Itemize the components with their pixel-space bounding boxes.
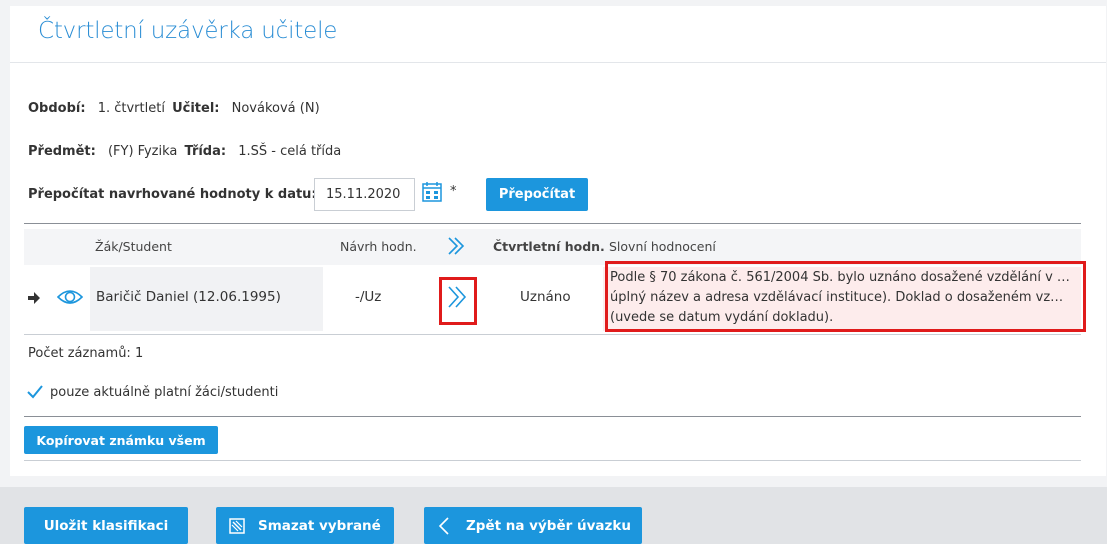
filter-rule [24,416,1081,417]
highlight-copy-grade [439,277,477,325]
eye-icon[interactable] [56,287,84,311]
back-label: Zpět na výběr úvazku [466,517,631,534]
table-top-rule [24,223,1081,224]
recalc-label: Přepočítat navrhované hodnoty k datu: [28,187,317,202]
delete-selected-button[interactable]: Smazat vybrané [216,507,394,544]
student-name: Baričič Daniel (12.06.1995) [96,289,281,305]
delete-selected-label: Smazat vybrané [258,517,381,534]
navrh-value: -/Uz [355,289,382,305]
header-ctvrtletni: Čtvrtletní hodn. [493,239,605,254]
ctvrtletni-value[interactable]: Uznáno [520,289,571,305]
required-mark: * [450,184,457,199]
save-button[interactable]: Uložit klasifikaci [24,507,188,544]
highlight-slovni [605,261,1086,332]
record-count: Počet záznamů: 1 [28,346,144,361]
copy-grade-all-button[interactable]: Kopírovat známku všem [24,426,218,454]
class-label: Třída: [184,144,227,159]
page-title: Čtvrtletní uzávěrka učitele [38,18,338,44]
recalc-label-row: Přepočítat navrhované hodnoty k datu: [28,187,317,202]
teacher-value: Nováková (N) [231,101,320,116]
chevron-left-icon [438,516,449,535]
back-button[interactable]: Zpět na výběr úvazku [424,507,642,544]
calendar-icon[interactable] [421,181,443,203]
filter-checkbox[interactable]: pouze aktuálně platní žáci/studenti [26,384,278,400]
subject-value: (FY) Fyzika [107,144,178,159]
header-slovni: Slovní hodnocení [609,239,716,254]
checkmark-icon [27,385,43,399]
eraser-icon [229,517,245,534]
subject-label: Předmět: [28,144,96,159]
teacher-label: Učitel: [172,101,220,116]
header-copy-all-icon[interactable] [446,236,466,260]
period-label: Období: [28,101,86,116]
subject-info: Předmět: (FY) Fyzika Třída: 1.SŠ - celá … [28,144,341,159]
row-arrow-icon [28,292,40,308]
bottom-rule [24,460,1081,461]
table-bottom-rule [24,334,1081,335]
recalculate-button[interactable]: Přepočítat [486,178,588,211]
class-value: 1.SŠ - celá třída [238,144,342,159]
header-navrh: Návrh hodn. [340,239,417,254]
header-student: Žák/Student [95,239,172,254]
date-input[interactable]: 15.11.2020 [314,178,415,211]
period-info: Období: 1. čtvrtletí Učitel: Nováková (N… [28,101,320,116]
period-value: 1. čtvrtletí [97,101,165,116]
filter-label: pouze aktuálně platní žáci/studenti [50,384,279,400]
title-divider [10,62,1106,63]
